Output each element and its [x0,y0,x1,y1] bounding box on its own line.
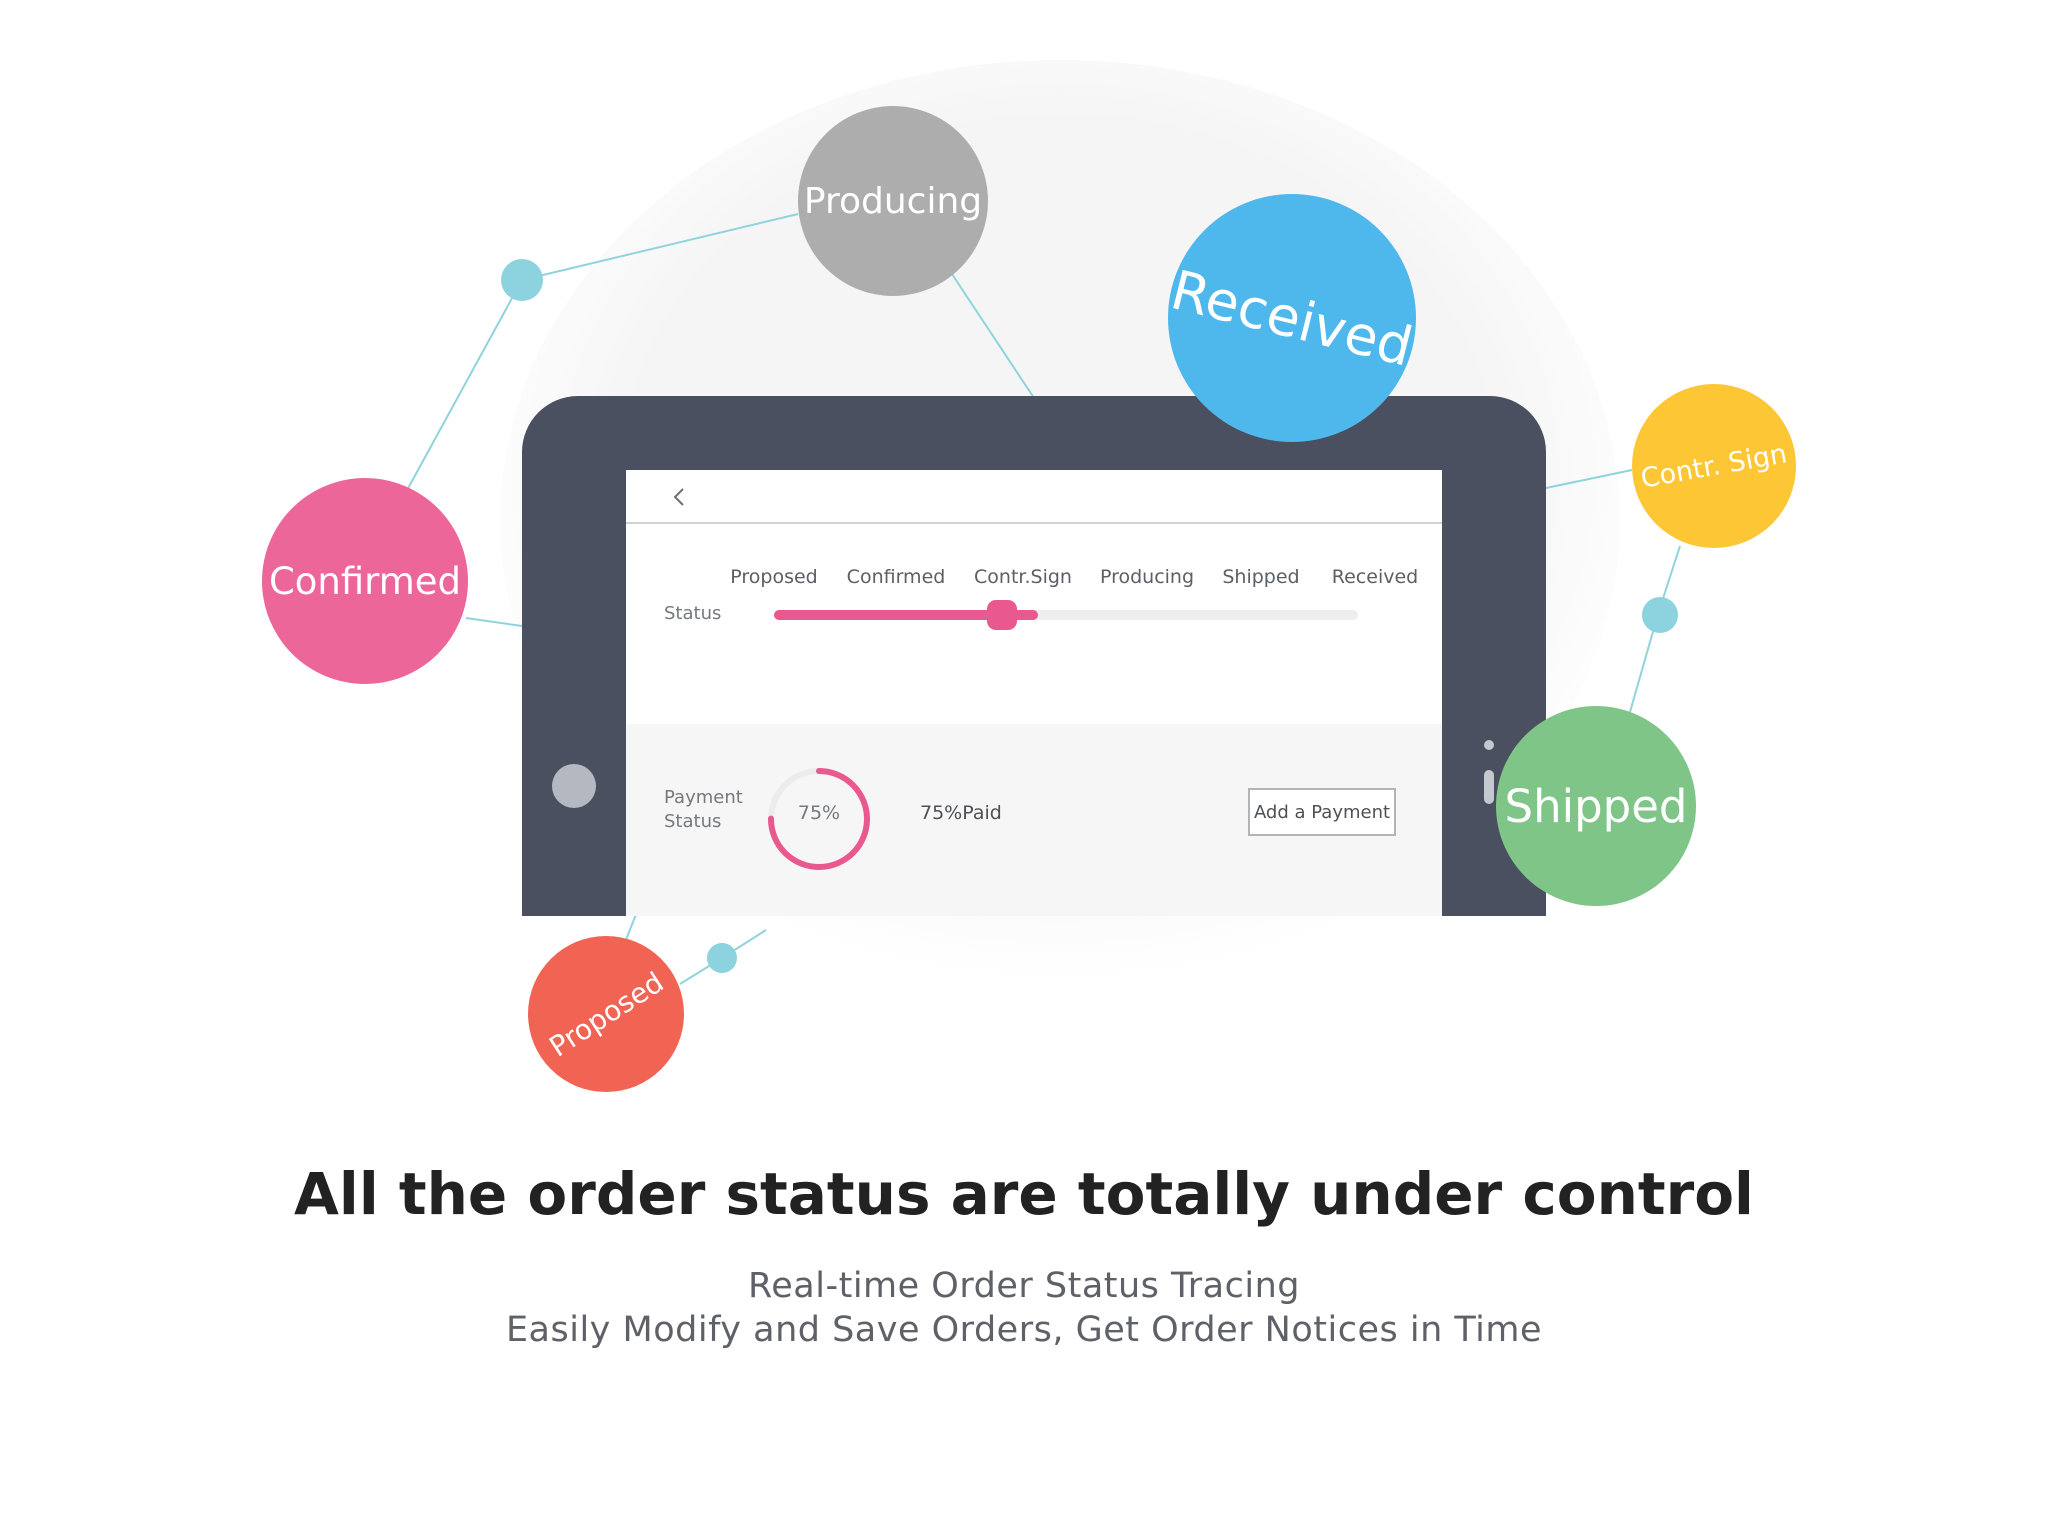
shipped-bubble: Shipped [1496,706,1696,906]
connector-dot [707,943,737,973]
stage-label-producing: Producing [1099,566,1195,588]
order-status-illustration: Proposed Confirmed Contr.Sign Producing … [0,0,2048,1536]
tablet-device: Proposed Confirmed Contr.Sign Producing … [522,396,1546,916]
producing-bubble: Producing [798,106,988,296]
status-label: Status [664,603,722,624]
stage-label-proposed: Proposed [730,566,818,588]
connector-line [521,213,799,281]
status-slider-knob[interactable] [986,600,1017,630]
connector-line [405,279,523,493]
connector-dot [1642,597,1678,633]
stage-label-confirmed: Confirmed [846,566,946,588]
header-divider [626,522,1442,524]
subtitle-line-2: Easily Modify and Save Orders, Get Order… [505,1310,1543,1350]
contr-sign-bubble: Contr. Sign [1632,384,1796,548]
paid-text: 75%Paid [920,802,1002,824]
payment-panel: Payment Status 75% 75%Paid Add a Payment [626,724,1442,916]
chevron-left-icon[interactable] [668,485,692,509]
connector-line [947,267,1035,399]
confirmed-bubble-label: Confirmed [268,559,462,603]
side-button [1484,770,1494,804]
add-payment-button[interactable]: Add a Payment [1248,788,1396,836]
sensor-dot [1484,740,1494,750]
app-screen: Proposed Confirmed Contr.Sign Producing … [626,470,1442,916]
received-bubble-label: Received [1165,257,1419,379]
proposed-bubble: Proposed [528,936,684,1092]
confirmed-bubble: Confirmed [262,478,468,684]
payment-label-line1: Payment [664,787,743,808]
status-slider[interactable] [774,600,1358,630]
connector-dot [501,259,543,301]
received-bubble: Received [1165,194,1419,442]
shipped-bubble-label: Shipped [1504,779,1688,833]
contr-sign-bubble-label: Contr. Sign [1638,437,1790,495]
producing-bubble-label: Producing [803,180,983,222]
stage-label-received: Received [1331,566,1419,588]
payment-status-label: Payment Status [664,786,743,834]
subtitle-line-1: Real-time Order Status Tracing [748,1266,1300,1306]
payment-label-line2: Status [664,811,722,832]
connector-line [465,617,523,627]
proposed-bubble-label: Proposed [542,965,670,1063]
connector-line [1545,469,1633,489]
camera-dot [552,764,596,808]
payment-percent: 75% [797,802,841,824]
stage-label-contr-sign: Contr.Sign [974,566,1072,588]
stage-label-shipped: Shipped [1222,566,1300,588]
headline: All the order status are totally under c… [294,1160,1754,1228]
